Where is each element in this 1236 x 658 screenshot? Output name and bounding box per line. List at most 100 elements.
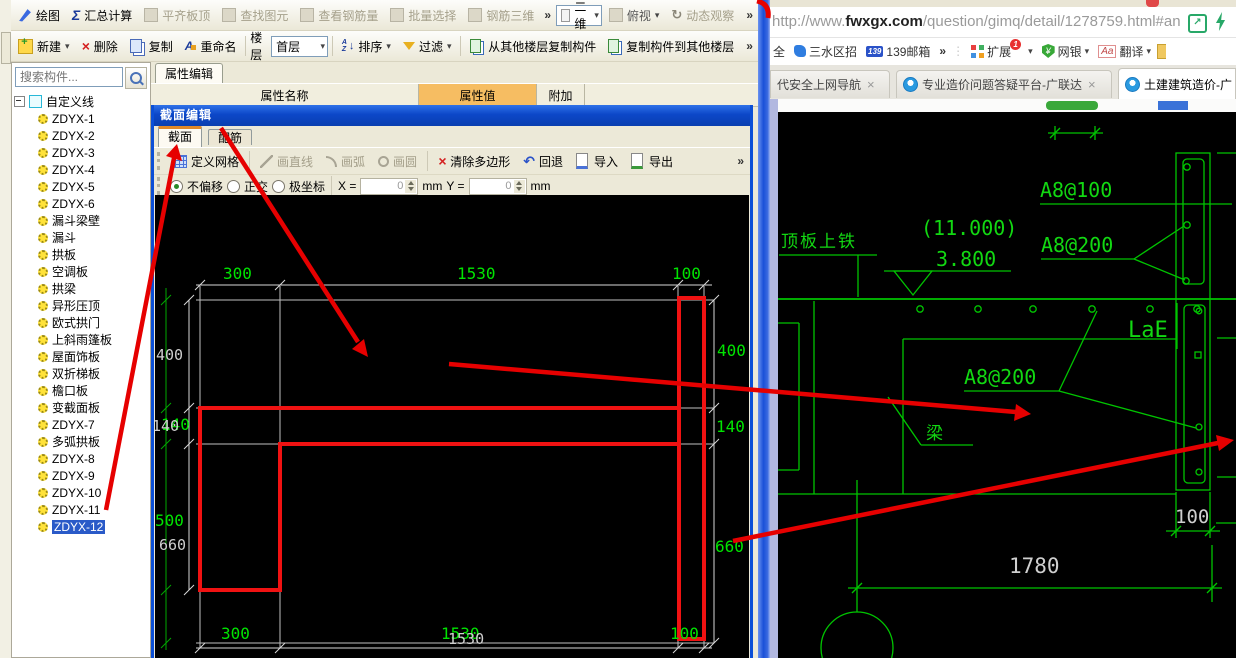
tree-item[interactable]: 双折梯板 bbox=[14, 365, 148, 382]
tree-item[interactable]: 漏斗 bbox=[14, 229, 148, 246]
copy-from-floor-button[interactable]: 从其他楼层复制构件 bbox=[465, 36, 601, 57]
lightning-icon[interactable] bbox=[1215, 12, 1226, 31]
toolbar1-overflow-chevron[interactable]: » bbox=[541, 8, 554, 22]
tab-property-editor[interactable]: 属性编辑 bbox=[155, 63, 223, 84]
tree-item[interactable]: ZDYX-2 bbox=[14, 127, 148, 144]
header-property-name[interactable]: 属性名称 bbox=[151, 84, 419, 106]
bookmark-site1[interactable]: 三水区招 bbox=[791, 43, 860, 60]
x-input[interactable]: 0 bbox=[360, 177, 419, 195]
tree-item[interactable]: ZDYX-4 bbox=[14, 161, 148, 178]
tab-nav-site[interactable]: 代安全上网导航 × bbox=[770, 70, 890, 98]
tab-rebar[interactable]: 配筋 bbox=[208, 129, 253, 145]
tree-item[interactable]: ZDYX-5 bbox=[14, 178, 148, 195]
tree-root[interactable]: 自定义线 bbox=[14, 93, 148, 110]
tree-item[interactable]: ZDYX-7 bbox=[14, 416, 148, 433]
view-direction-button[interactable]: 俯视 ▾ bbox=[604, 5, 665, 26]
spinner-icon[interactable] bbox=[513, 179, 525, 193]
view-rebar-qty-button[interactable]: 查看钢筋量 bbox=[295, 5, 383, 26]
tab-section[interactable]: 截面 bbox=[158, 126, 203, 147]
tree-item-selected[interactable]: ZDYX-12 bbox=[14, 518, 148, 535]
sort-button[interactable]: A Z ↓ 排序 ▾ bbox=[337, 36, 396, 57]
batch-select-button[interactable]: 批量选择 bbox=[385, 5, 461, 26]
align-slab-top-button[interactable]: 平齐板顶 bbox=[139, 5, 215, 26]
address-bar[interactable]: http://www.fwxgx.com/question/gimq/detai… bbox=[770, 7, 1236, 38]
close-icon[interactable]: × bbox=[867, 77, 875, 92]
tree-item[interactable]: 上斜雨篷板 bbox=[14, 331, 148, 348]
red-section-outline[interactable] bbox=[198, 296, 706, 641]
tree-item[interactable]: 异形压顶 bbox=[14, 297, 148, 314]
draw-line-button[interactable]: 画直线 bbox=[255, 151, 318, 172]
tree-item[interactable]: ZDYX-8 bbox=[14, 450, 148, 467]
tab-construction-cost[interactable]: 土建建筑造价-广 bbox=[1118, 68, 1236, 99]
spinner-icon[interactable] bbox=[405, 179, 417, 193]
cad-drawing-view[interactable]: 顶板上铁 (11.000) 3.800 A8@100 A8@200 A8@200… bbox=[778, 112, 1236, 658]
toolbar2-overflow-chevron[interactable]: » bbox=[743, 39, 756, 53]
tree-item[interactable]: ZDYX-10 bbox=[14, 484, 148, 501]
rename-button[interactable]: A 重命名 bbox=[180, 36, 242, 57]
view-mode-select[interactable]: 二维 ▾ bbox=[556, 0, 602, 31]
draw-button[interactable]: 绘图 bbox=[13, 5, 65, 26]
radio-ortho[interactable] bbox=[227, 179, 241, 193]
clear-polygon-button[interactable]: × 清除多边形 bbox=[433, 151, 515, 172]
tree-item[interactable]: ZDYX-9 bbox=[14, 467, 148, 484]
bookmark-139mail[interactable]: 139 139邮箱 bbox=[863, 43, 933, 60]
radio-no-offset[interactable] bbox=[170, 179, 183, 193]
toolbar1-more-chevron[interactable]: » bbox=[743, 8, 756, 22]
copy-to-floor-button[interactable]: 复制构件到其他楼层 bbox=[603, 36, 739, 57]
search-button[interactable] bbox=[125, 67, 147, 89]
filter-button[interactable]: 过滤 ▾ bbox=[398, 36, 457, 57]
radio-polar[interactable] bbox=[272, 179, 286, 193]
share-icon[interactable]: ↗ bbox=[1188, 14, 1207, 33]
tree-item[interactable]: 欧式拱门 bbox=[14, 314, 148, 331]
dialog-toolbar-overflow[interactable]: » bbox=[734, 154, 747, 168]
extensions-button[interactable]: 扩展 1 ▾ bbox=[968, 38, 1036, 60]
tree-item[interactable]: 檐口板 bbox=[14, 382, 148, 399]
tree-item[interactable]: ZDYX-3 bbox=[14, 144, 148, 161]
tab-favicon bbox=[1125, 76, 1140, 92]
tab-favicon bbox=[903, 77, 918, 92]
y-input[interactable]: 0 bbox=[468, 177, 527, 195]
translate-button[interactable]: Aa 翻译 ▾ bbox=[1095, 43, 1154, 60]
dialog-title-bar[interactable]: 截面编辑 bbox=[154, 105, 750, 126]
header-property-value[interactable]: 属性值 bbox=[419, 84, 537, 106]
tree-item[interactable]: 多弧拱板 bbox=[14, 433, 148, 450]
close-icon[interactable]: × bbox=[1088, 77, 1096, 92]
summary-calc-button[interactable]: Σ 汇总计算 bbox=[67, 5, 137, 26]
tree-item[interactable]: 空调板 bbox=[14, 263, 148, 280]
extensions-icon bbox=[971, 44, 985, 58]
tree-item[interactable]: 漏斗梁壁 bbox=[14, 212, 148, 229]
grid-lines bbox=[196, 286, 714, 648]
define-grid-button[interactable]: 定义网格 bbox=[169, 151, 244, 172]
tree-item[interactable]: 拱板 bbox=[14, 246, 148, 263]
import-button[interactable]: 导入 bbox=[571, 151, 623, 172]
window-border[interactable] bbox=[758, 0, 770, 658]
tree-item[interactable]: ZDYX-6 bbox=[14, 195, 148, 212]
bookmarks-overflow-chevron[interactable]: » bbox=[936, 44, 949, 58]
tree-item[interactable]: 屋面饰板 bbox=[14, 348, 148, 365]
bookmark-partial[interactable]: 全 bbox=[770, 43, 788, 60]
collapse-icon[interactable] bbox=[14, 96, 25, 107]
copy-button[interactable]: 复制 bbox=[125, 36, 178, 57]
search-input[interactable] bbox=[15, 67, 123, 87]
delete-button[interactable]: × 删除 bbox=[77, 36, 123, 57]
tree-item[interactable]: 拱梁 bbox=[14, 280, 148, 297]
undo-button[interactable]: ↶ 回退 bbox=[518, 151, 568, 172]
tree-item[interactable]: ZDYX-11 bbox=[14, 501, 148, 518]
tree-item[interactable]: ZDYX-1 bbox=[14, 110, 148, 127]
new-button[interactable]: + 新建 ▾ bbox=[13, 36, 75, 57]
dim-right-140: 140 bbox=[716, 417, 745, 436]
floor-select[interactable]: 首层 ▾ bbox=[271, 35, 329, 57]
section-canvas[interactable]: 300 1530 100 140 500 400 140 660 300 153… bbox=[152, 195, 749, 658]
draw-arc-button[interactable]: 画弧 bbox=[321, 151, 370, 172]
rebar-3d-button[interactable]: 钢筋三维 bbox=[463, 5, 539, 26]
dynamic-observe-button[interactable]: ↻ 动态观察 bbox=[666, 5, 739, 26]
find-element-button[interactable]: 查找图元 bbox=[217, 5, 293, 26]
draw-circle-button[interactable]: 画圆 bbox=[373, 151, 422, 172]
bank-button[interactable]: ¥ 网银 ▾ bbox=[1039, 43, 1093, 60]
tab-qa-platform[interactable]: 专业造价问题答疑平台-广联达 × bbox=[896, 70, 1112, 98]
tree-item[interactable]: 变截面板 bbox=[14, 399, 148, 416]
export-button[interactable]: 导出 bbox=[626, 151, 678, 172]
dim-top-100: 100 bbox=[672, 264, 701, 283]
dock-grip[interactable] bbox=[1, 32, 11, 64]
header-attach[interactable]: 附加 bbox=[537, 84, 585, 106]
